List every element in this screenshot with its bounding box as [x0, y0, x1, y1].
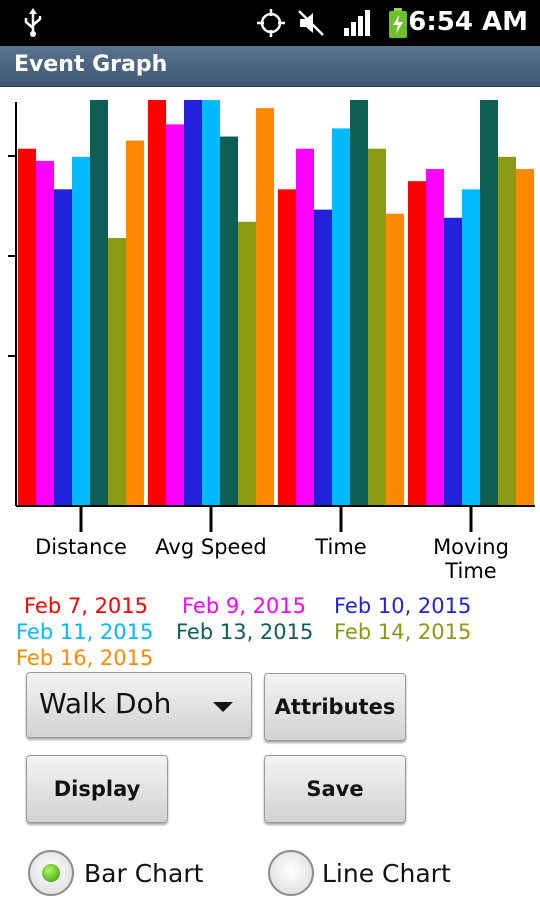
bar [54, 189, 72, 506]
gps-icon [256, 8, 286, 42]
bar [480, 100, 498, 506]
bar [350, 100, 368, 506]
bar [332, 128, 350, 507]
bar [126, 140, 144, 506]
bar [498, 156, 516, 506]
chart-bars [18, 100, 534, 507]
muted-icon [296, 8, 326, 42]
bar [18, 148, 36, 506]
x-tick-label: Time [314, 535, 366, 559]
line-chart-radio-label[interactable]: Line Chart [322, 859, 451, 888]
battery-charging-icon [388, 8, 408, 42]
title-bar: Event Graph [0, 46, 540, 87]
bar [256, 108, 274, 507]
legend-item: Feb 7, 2015 [24, 594, 149, 618]
bar [278, 189, 296, 506]
bar [238, 221, 256, 507]
display-button[interactable]: Display [26, 755, 168, 823]
bar [108, 238, 126, 507]
radio-selected-dot [42, 864, 60, 882]
bar [202, 100, 220, 506]
legend-item: Feb 13, 2015 [176, 620, 314, 644]
bar [516, 169, 534, 506]
bar [444, 217, 462, 507]
line-chart-radio[interactable] [268, 850, 314, 896]
status-bar: 6:54 AM [0, 0, 540, 46]
bar [36, 160, 54, 506]
bar [462, 189, 480, 506]
bar [90, 100, 108, 506]
bar-chart-radio-label[interactable]: Bar Chart [84, 859, 203, 888]
legend-item: Feb 9, 2015 [182, 594, 307, 618]
x-tick-label: Avg Speed [155, 535, 266, 559]
attributes-button[interactable]: Attributes [264, 673, 406, 741]
legend-item: Feb 14, 2015 [334, 620, 472, 644]
legend-item: Feb 10, 2015 [334, 594, 472, 618]
signal-icon [342, 8, 372, 42]
bar [408, 181, 426, 506]
chevron-down-icon [213, 702, 233, 712]
x-tick-label: Distance [35, 535, 127, 559]
event-bar-chart: Distance Avg Speed Time Moving Time [8, 100, 535, 583]
page-title: Event Graph [14, 52, 168, 77]
bar [426, 169, 444, 506]
x-tick-label: Moving Time [433, 535, 509, 583]
bar [220, 136, 238, 506]
event-dropdown-value: Walk Doh [39, 687, 172, 720]
bar-chart-radio[interactable] [28, 850, 74, 896]
legend-item: Feb 16, 2015 [16, 646, 154, 670]
bar [296, 148, 314, 506]
event-dropdown[interactable]: Walk Doh [26, 672, 252, 738]
bar [386, 213, 404, 506]
save-button[interactable]: Save [264, 755, 406, 823]
usb-icon [22, 8, 44, 42]
bar [314, 209, 332, 506]
bar [184, 100, 202, 506]
bar [72, 156, 90, 506]
bar [148, 100, 166, 506]
bar [166, 124, 184, 507]
legend-item: Feb 11, 2015 [16, 620, 154, 644]
status-time: 6:54 AM [408, 7, 528, 37]
bar [368, 148, 386, 506]
